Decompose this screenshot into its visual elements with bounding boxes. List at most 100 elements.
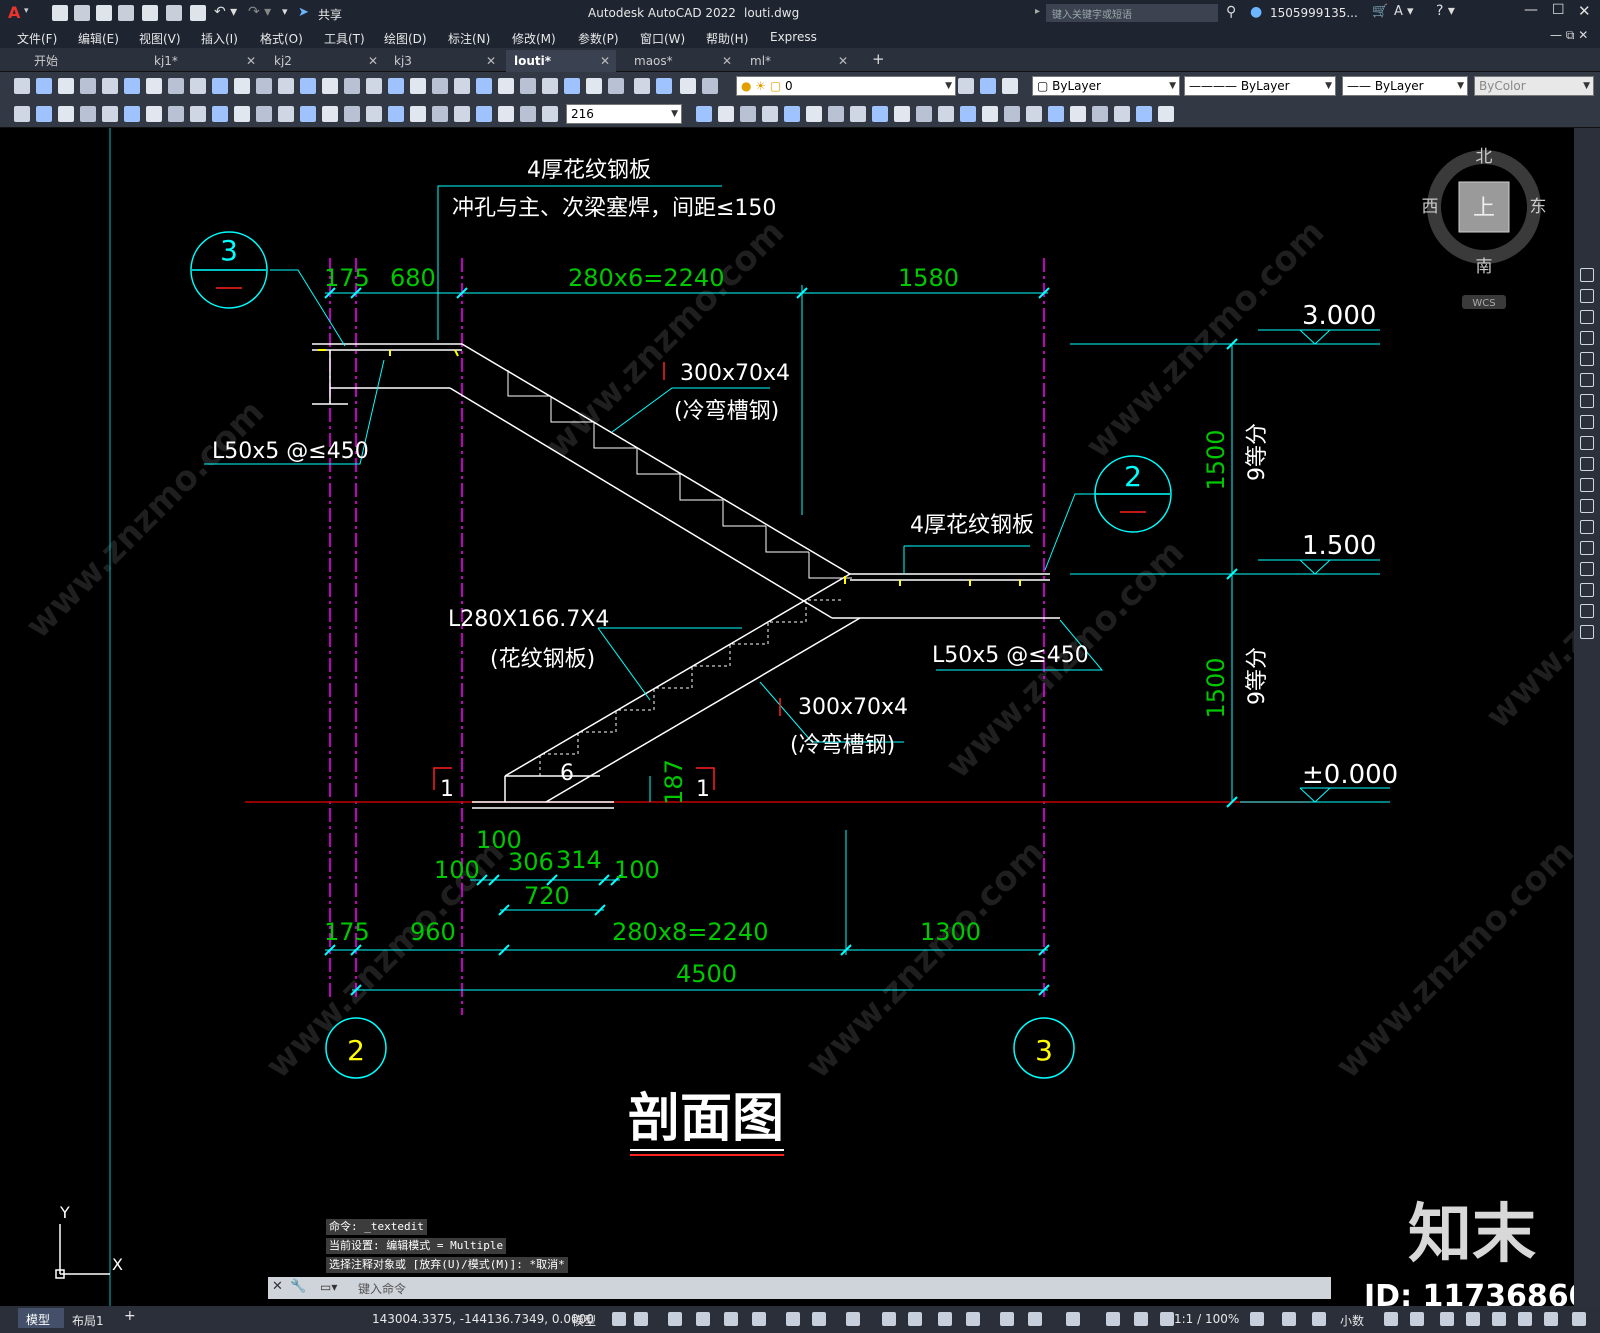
- toolbar-tool-icon[interactable]: [212, 106, 228, 122]
- status-toggle-icon[interactable]: [1440, 1312, 1454, 1326]
- close-tab-icon[interactable]: ✕: [722, 50, 732, 72]
- status-toggle-icon[interactable]: [1000, 1312, 1014, 1326]
- toolbar-tool-icon[interactable]: [696, 106, 712, 122]
- toolbar-tool-icon[interactable]: [958, 78, 974, 94]
- toolbar-tool-icon[interactable]: [1026, 106, 1042, 122]
- status-toggle-icon[interactable]: [1134, 1312, 1148, 1326]
- side-tool-icon[interactable]: [1580, 436, 1594, 450]
- drawing-canvas[interactable]: www.znzmo.com www.znzmo.com www.znzmo.co…: [0, 128, 1574, 1306]
- close-tab-icon[interactable]: ✕: [600, 50, 610, 72]
- share-button[interactable]: 共享: [318, 6, 342, 23]
- toolbar-tool-icon[interactable]: [190, 106, 206, 122]
- toolbar-tool-icon[interactable]: [1070, 106, 1086, 122]
- toolbar-tool-icon[interactable]: [322, 106, 338, 122]
- toolbar-tool-icon[interactable]: [80, 78, 96, 94]
- menu-window[interactable]: 窗口(W): [640, 30, 685, 47]
- toolbar-tool-icon[interactable]: [1158, 106, 1174, 122]
- close-tab-icon[interactable]: ✕: [486, 50, 496, 72]
- toolbar-tool-icon[interactable]: [146, 106, 162, 122]
- toolbar-tool-icon[interactable]: [256, 106, 272, 122]
- tab-layout1[interactable]: 布局1: [72, 1312, 104, 1329]
- toolbar-tool-icon[interactable]: [586, 78, 602, 94]
- close-tab-icon[interactable]: ✕: [838, 50, 848, 72]
- toolbar-tool-icon[interactable]: [828, 106, 844, 122]
- side-tool-icon[interactable]: [1580, 415, 1594, 429]
- toolbar-tool-icon[interactable]: [872, 106, 888, 122]
- toolbar-tool-icon[interactable]: [476, 78, 492, 94]
- toolbar-tool-icon[interactable]: [58, 106, 74, 122]
- status-toggle-icon[interactable]: [696, 1312, 710, 1326]
- menu-express[interactable]: Express: [770, 30, 817, 44]
- status-toggle-icon[interactable]: [1384, 1312, 1398, 1326]
- toolbar-tool-icon[interactable]: [102, 106, 118, 122]
- status-toggle-icon[interactable]: [1466, 1312, 1480, 1326]
- toolbar-tool-icon[interactable]: [542, 106, 558, 122]
- toolbar-tool-icon[interactable]: [1048, 106, 1064, 122]
- status-toggle-icon[interactable]: [938, 1312, 952, 1326]
- status-toggle-icon[interactable]: [1492, 1312, 1506, 1326]
- tab-kj3[interactable]: kj3 ✕: [386, 50, 502, 72]
- toolbar-tool-icon[interactable]: [740, 106, 756, 122]
- toolbar-tool-icon[interactable]: [36, 106, 52, 122]
- add-tab-icon[interactable]: +: [872, 50, 885, 68]
- menu-modify[interactable]: 修改(M): [512, 30, 556, 47]
- prompt-icon[interactable]: ▭▾: [320, 1280, 337, 1294]
- toolbar-tool-icon[interactable]: [410, 106, 426, 122]
- menu-edit[interactable]: 编辑(E): [78, 30, 119, 47]
- tab-kj1[interactable]: kj1* ✕: [146, 50, 262, 72]
- tab-ml[interactable]: ml* ✕: [742, 50, 854, 72]
- status-toggle-icon[interactable]: [812, 1312, 826, 1326]
- menu-view[interactable]: 视图(V): [139, 30, 181, 47]
- save-icon[interactable]: [96, 5, 112, 21]
- toolbar-tool-icon[interactable]: [344, 78, 360, 94]
- open-icon[interactable]: [74, 5, 90, 21]
- user-icon[interactable]: ●: [1250, 4, 1262, 20]
- web-icon[interactable]: [142, 5, 158, 21]
- chevron-right-icon[interactable]: ▸: [1035, 6, 1040, 17]
- toolbar-tool-icon[interactable]: [102, 78, 118, 94]
- side-tool-icon[interactable]: [1580, 520, 1594, 534]
- toolbar-tool-icon[interactable]: [80, 106, 96, 122]
- customize-icon[interactable]: ▾: [282, 5, 288, 18]
- toolbar-tool-icon[interactable]: [168, 106, 184, 122]
- status-toggle-icon[interactable]: [882, 1312, 896, 1326]
- saveas-icon[interactable]: [118, 5, 134, 21]
- toolbar-tool-icon[interactable]: [432, 78, 448, 94]
- toolbar-tool-icon[interactable]: [656, 78, 672, 94]
- side-tool-icon[interactable]: [1580, 373, 1594, 387]
- tab-kj2[interactable]: kj2 ✕: [266, 50, 384, 72]
- side-tool-icon[interactable]: [1580, 604, 1594, 618]
- toolbar-tool-icon[interactable]: [1114, 106, 1130, 122]
- tab-start[interactable]: 开始: [26, 50, 146, 72]
- status-toggle-icon[interactable]: [908, 1312, 922, 1326]
- menu-tools[interactable]: 工具(T): [324, 30, 365, 47]
- status-toggle-icon[interactable]: [1518, 1312, 1532, 1326]
- toolbar-tool-icon[interactable]: [432, 106, 448, 122]
- toolbar-tool-icon[interactable]: [806, 106, 822, 122]
- toolbar-tool-icon[interactable]: [850, 106, 866, 122]
- status-toggle-icon[interactable]: [786, 1312, 800, 1326]
- toolbar-tool-icon[interactable]: [960, 106, 976, 122]
- toolbar-tool-icon[interactable]: [190, 78, 206, 94]
- menu-draw[interactable]: 绘图(D): [384, 30, 427, 47]
- side-tool-icon[interactable]: [1580, 478, 1594, 492]
- status-toggle-icon[interactable]: [1066, 1312, 1080, 1326]
- toolbar-tool-icon[interactable]: [14, 78, 30, 94]
- toolbar-tool-icon[interactable]: [1136, 106, 1152, 122]
- side-tool-icon[interactable]: [1580, 457, 1594, 471]
- status-toggle-icon[interactable]: [1312, 1312, 1326, 1326]
- toolbar-tool-icon[interactable]: [762, 106, 778, 122]
- linetype-dropdown[interactable]: ———— ByLayer ▼: [1184, 76, 1336, 96]
- toolbar-tool-icon[interactable]: [454, 78, 470, 94]
- menu-insert[interactable]: 插入(I): [201, 30, 238, 47]
- toolbar-tool-icon[interactable]: [982, 106, 998, 122]
- share-icon[interactable]: ➤: [298, 5, 309, 20]
- toolbar-tool-icon[interactable]: [784, 106, 800, 122]
- tab-louti[interactable]: louti* ✕: [506, 50, 616, 72]
- toolbar-tool-icon[interactable]: [476, 106, 492, 122]
- plotstyle-dropdown[interactable]: ByColor ▼: [1474, 76, 1594, 96]
- side-tool-icon[interactable]: [1580, 562, 1594, 576]
- toolbar-tool-icon[interactable]: [520, 106, 536, 122]
- toolbar-tool-icon[interactable]: [58, 78, 74, 94]
- side-tool-icon[interactable]: [1580, 499, 1594, 513]
